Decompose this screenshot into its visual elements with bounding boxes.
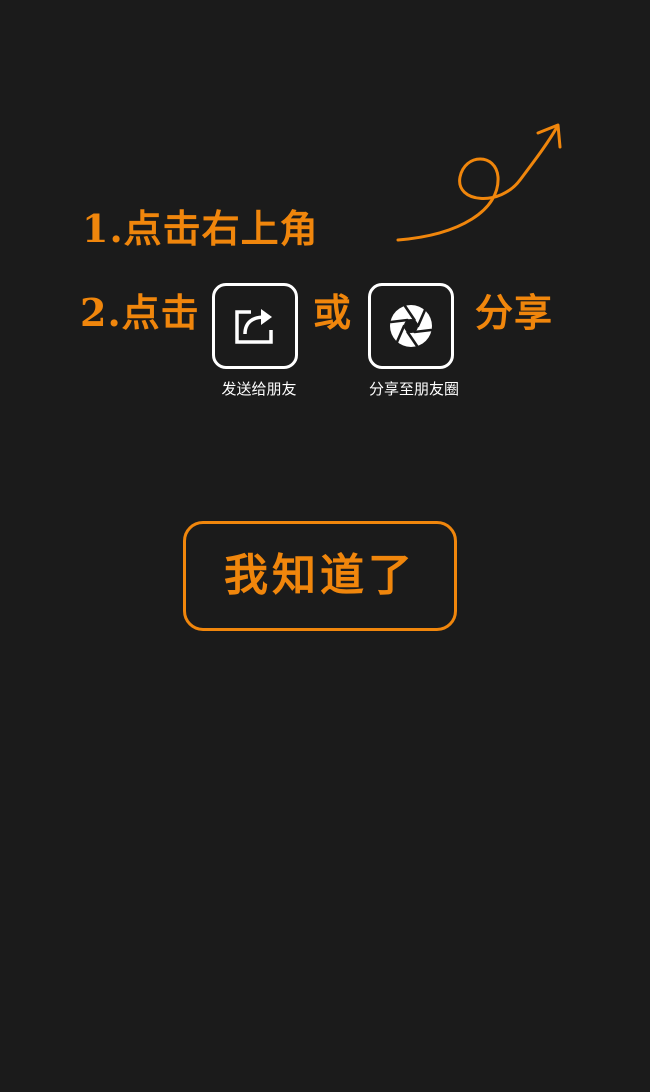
got-it-label: 我知道了 [224,550,416,601]
send-to-friend-button[interactable] [212,283,298,369]
moments-aperture-icon [389,304,433,348]
step1-instruction: 1.点击右上角 [82,206,319,251]
step2-instruction: 2.点击 [80,290,200,335]
step2-or-text: 或 [313,290,353,335]
share-to-moments-label: 分享至朋友圈 [368,380,459,398]
share-forward-icon [235,309,273,344]
curly-arrow-up-right-icon [396,123,562,242]
got-it-button[interactable]: 我知道了 [183,521,457,631]
share-to-moments-button[interactable] [368,283,454,369]
share-guide-overlay: 1.点击右上角 2.点击 或 分享 发送给朋友 分享至朋友圈 我知道了 [0,0,650,1092]
send-to-friend-label: 发送给朋友 [221,380,297,398]
step2-share-text: 分享 [475,290,554,335]
